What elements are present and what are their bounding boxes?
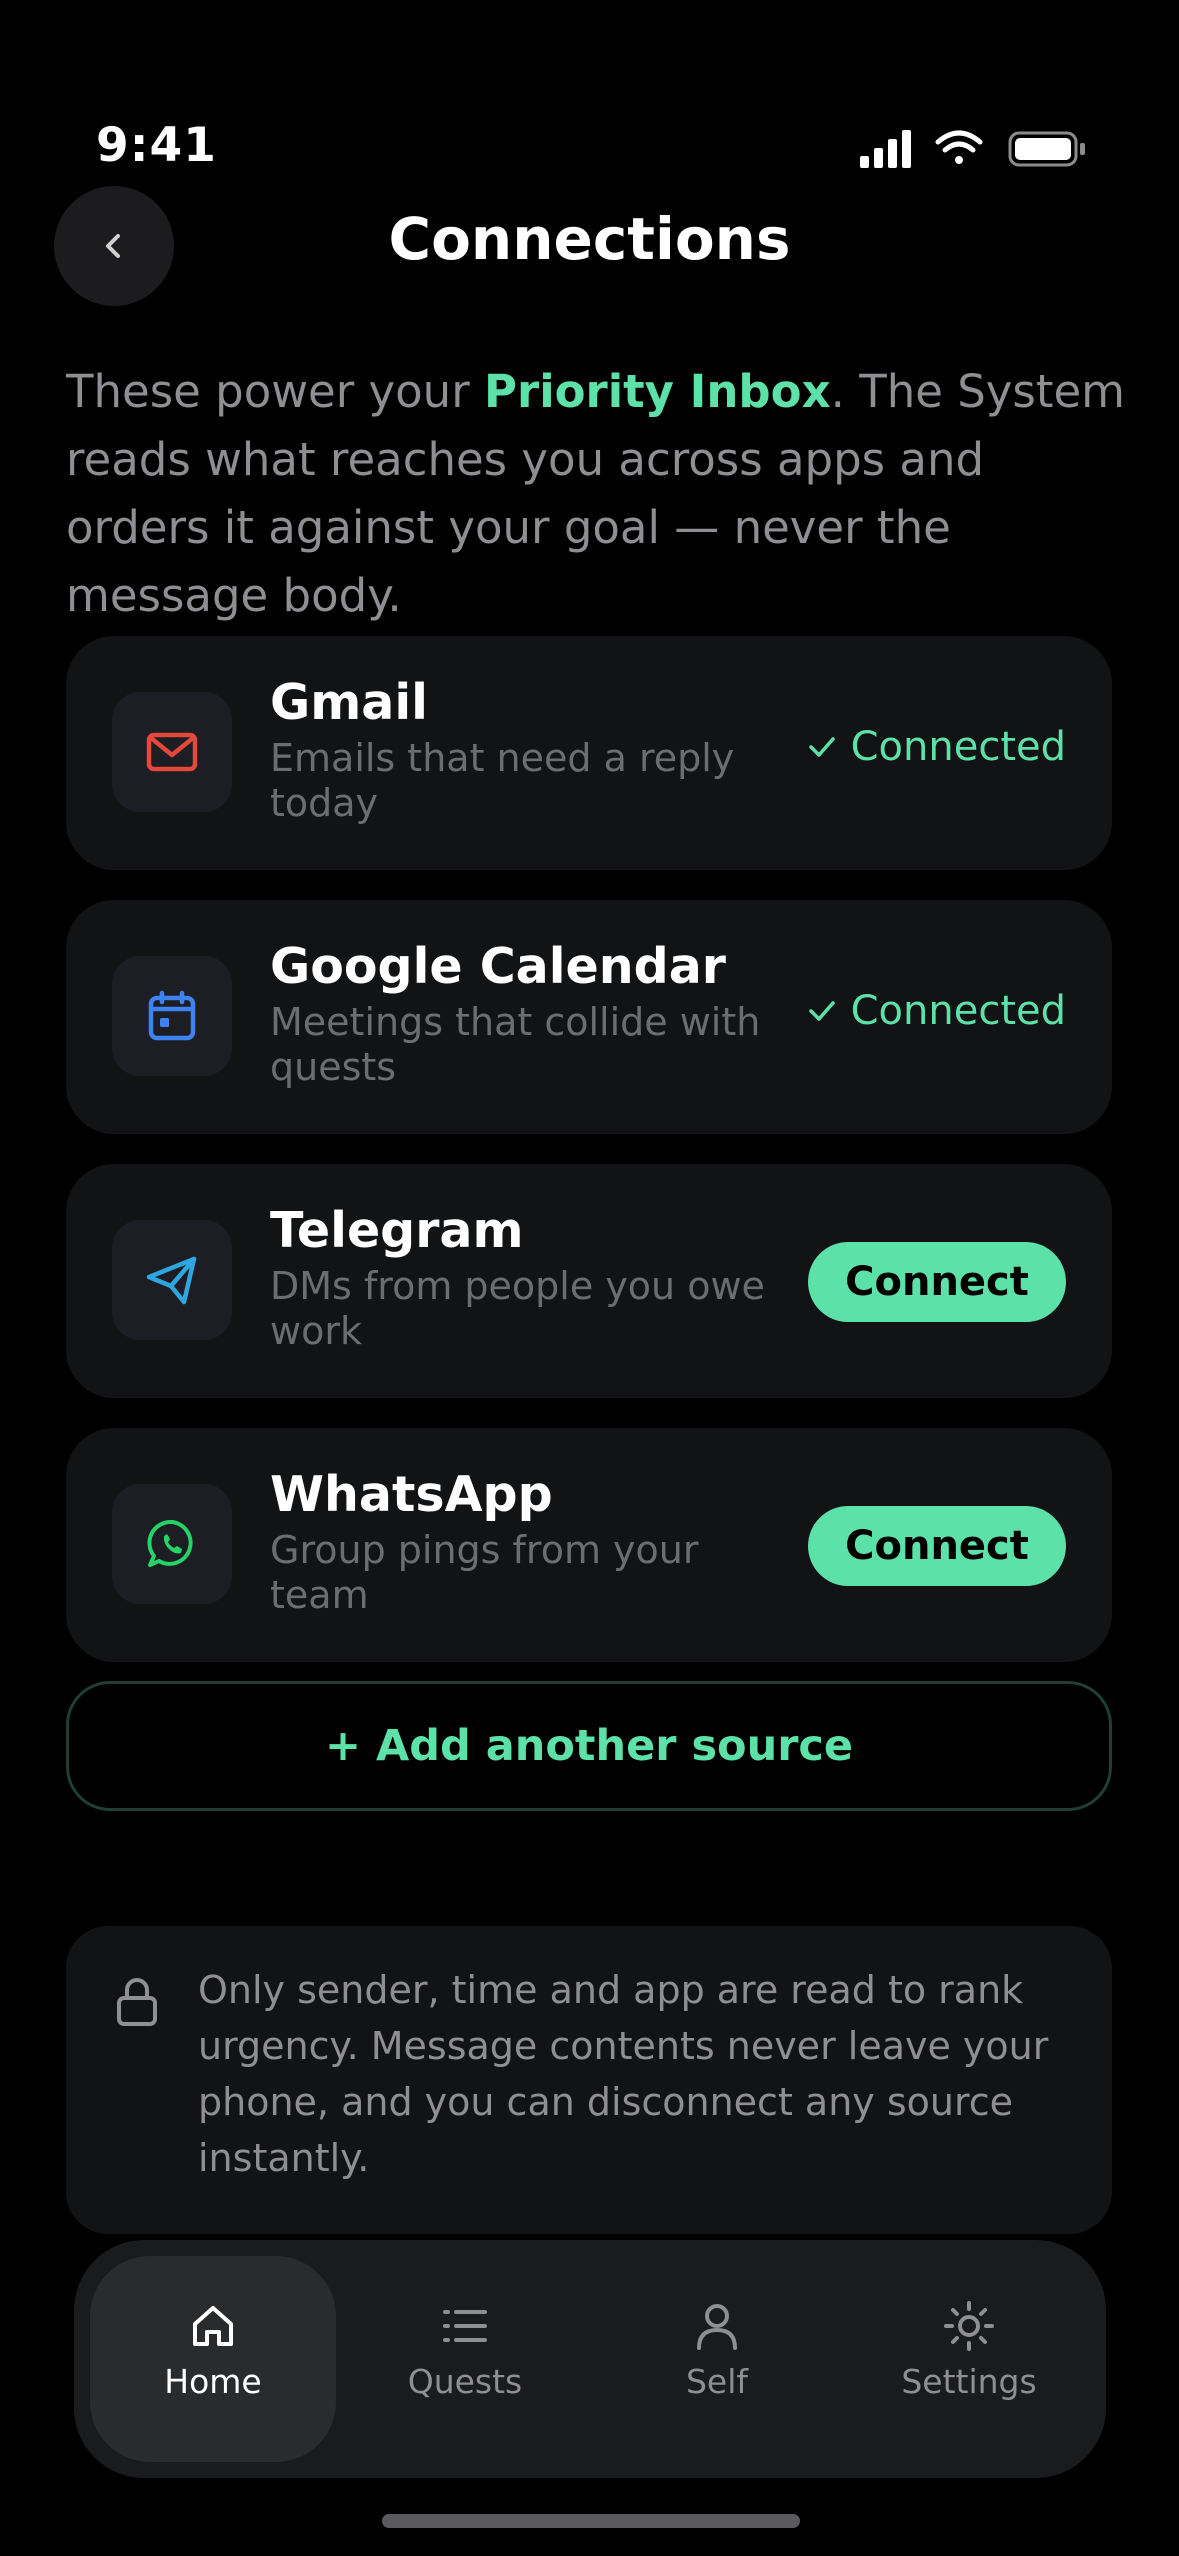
connected-label: Connected	[850, 724, 1066, 770]
tab-bar: Home Quests Self Settings	[74, 2240, 1106, 2478]
sun-gear-icon	[944, 2301, 994, 2351]
connection-card-whatsapp: WhatsApp Group pings from your team Conn…	[66, 1428, 1112, 1662]
connection-description: Emails that need a reply today	[270, 736, 735, 825]
mail-icon	[146, 732, 198, 772]
connection-description: Group pings from your team	[270, 1528, 699, 1617]
gmail-icon-tile	[112, 692, 232, 812]
list-icon	[443, 2310, 487, 2342]
whatsapp-icon	[147, 1519, 193, 1567]
battery-icon	[1008, 131, 1085, 167]
tab-settings[interactable]: Settings	[846, 2256, 1092, 2462]
connection-description: Meetings that collide with quests	[270, 1000, 761, 1089]
privacy-note: Only sender, time and app are read to ra…	[66, 1926, 1112, 2234]
intro-text: These power your Priority Inbox. The Sys…	[66, 358, 1126, 630]
tab-label: Quests	[407, 2362, 523, 2401]
tab-quests[interactable]: Quests	[342, 2256, 588, 2462]
check-icon	[808, 737, 835, 757]
connection-status: Connected	[807, 724, 1066, 770]
privacy-text: Only sender, time and app are read to ra…	[198, 1968, 1049, 2180]
check-icon	[808, 1001, 835, 1021]
connected-label: Connected	[850, 988, 1066, 1034]
home-indicator[interactable]	[382, 2514, 800, 2528]
connection-card-telegram: Telegram DMs from people you owe work Co…	[66, 1164, 1112, 1398]
home-icon	[193, 2306, 233, 2346]
connection-card-gmail: Gmail Emails that need a reply today Con…	[66, 636, 1112, 870]
telegram-icon	[146, 1256, 197, 1305]
tab-home[interactable]: Home	[90, 2256, 336, 2462]
tab-self[interactable]: Self	[594, 2256, 840, 2462]
intro-prefix: These power your	[66, 365, 485, 418]
status-bar: 9:41	[0, 0, 1179, 173]
connection-card-google-calendar: Google Calendar Meetings that collide wi…	[66, 900, 1112, 1134]
status-time: 9:41	[96, 118, 217, 173]
connect-button-telegram[interactable]: Connect	[808, 1242, 1066, 1322]
wifi-icon	[935, 130, 983, 164]
lock-icon	[117, 1978, 157, 2026]
signal-icon	[860, 130, 911, 168]
connection-name: Gmail	[270, 674, 428, 731]
connection-name: WhatsApp	[270, 1466, 553, 1523]
person-icon	[697, 2304, 737, 2350]
priority-inbox-highlight: Priority Inbox	[484, 365, 831, 418]
connection-description: DMs from people you owe work	[270, 1264, 765, 1353]
tab-label: Home	[164, 2362, 262, 2401]
tab-label: Settings	[901, 2362, 1037, 2401]
connection-status: Connected	[807, 988, 1066, 1034]
connect-button-whatsapp[interactable]: Connect	[808, 1506, 1066, 1586]
connection-name: Telegram	[270, 1202, 524, 1259]
status-icons	[860, 130, 1085, 168]
calendar-icon-tile	[112, 956, 232, 1076]
add-source-button[interactable]: + Add another source	[66, 1681, 1112, 1811]
telegram-icon-tile	[112, 1220, 232, 1340]
connection-name: Google Calendar	[270, 938, 726, 995]
whatsapp-icon-tile	[112, 1484, 232, 1604]
page-title: Connections	[388, 205, 791, 273]
tab-label: Self	[685, 2362, 749, 2401]
calendar-icon	[148, 990, 196, 1041]
